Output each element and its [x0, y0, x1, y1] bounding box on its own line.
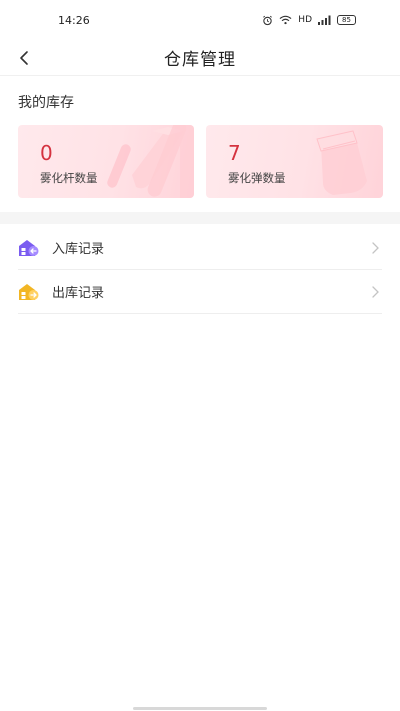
page-title: 仓库管理: [164, 50, 236, 70]
wifi-icon: [279, 15, 292, 25]
records-list: 入库记录 出库记录: [0, 226, 400, 314]
list-item-outbound-records[interactable]: 出库记录: [18, 270, 382, 314]
vape-stick-icon: [107, 125, 194, 198]
vape-cartridge-count-label: 雾化弹数量: [228, 171, 286, 185]
outbound-records-label: 出库记录: [52, 286, 105, 301]
vape-cartridge-count-card[interactable]: 7 雾化弹数量: [206, 125, 383, 198]
home-indicator[interactable]: [133, 707, 267, 710]
status-icons: HD 85: [262, 15, 356, 26]
list-item-inbound-records[interactable]: 入库记录: [18, 226, 382, 270]
chevron-right-icon: [368, 241, 382, 254]
chevron-right-icon: [368, 285, 382, 298]
inbound-warehouse-icon: [18, 239, 52, 257]
network-type: HD: [298, 15, 312, 25]
chevron-left-icon: [20, 51, 28, 65]
inbound-records-label: 入库记录: [52, 242, 105, 257]
back-button[interactable]: [6, 40, 42, 76]
nav-bar: 仓库管理: [0, 40, 400, 76]
status-bar: 14:26 HD 85: [0, 0, 400, 40]
battery-icon: 85: [337, 15, 356, 25]
warehouse-management-screen: 14:26 HD 85 仓库管理 我的库存 0 雾化杆数量 7 雾化弹数量 入库…: [0, 0, 400, 711]
inventory-section-title: 我的库存: [18, 95, 74, 111]
outbound-warehouse-icon: [18, 283, 52, 301]
battery-level: 85: [342, 15, 351, 24]
vape-stick-count-card[interactable]: 0 雾化杆数量: [18, 125, 194, 198]
signal-icon: [318, 15, 331, 25]
vape-cartridge-count: 7: [228, 141, 241, 165]
vape-stick-count-label: 雾化杆数量: [40, 171, 98, 185]
alarm-icon: [262, 15, 273, 26]
section-divider: [0, 212, 400, 224]
vape-stick-count: 0: [40, 141, 53, 165]
vape-cartridge-icon: [316, 130, 367, 195]
status-time: 14:26: [58, 13, 90, 27]
